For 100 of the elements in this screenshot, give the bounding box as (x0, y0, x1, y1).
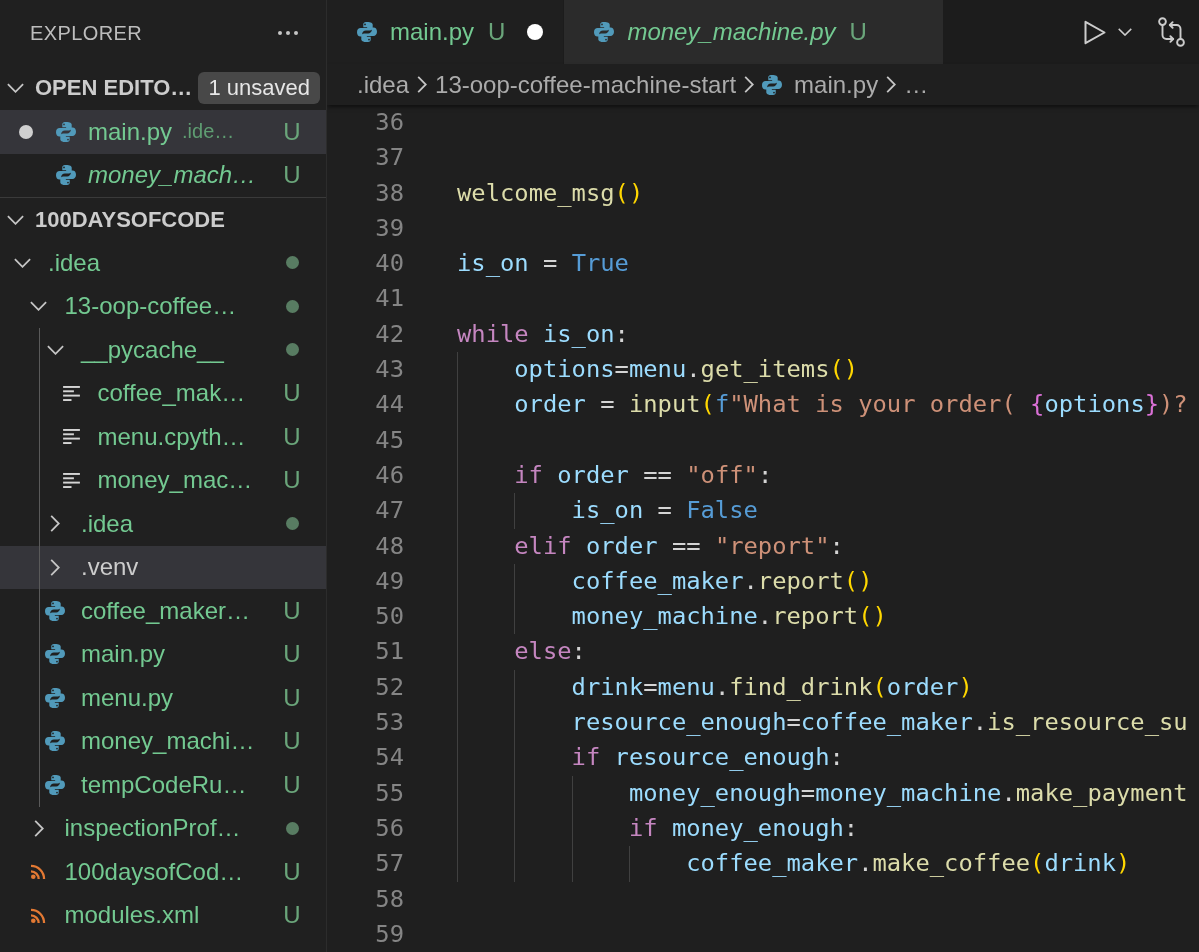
line-number: 50 (374, 601, 404, 633)
git-status-letter: U (283, 161, 301, 190)
code-line: while is_on: (457, 318, 629, 350)
section-header[interactable]: 100DAYSOFCODE (0, 197, 326, 241)
git-status-letter: U (283, 596, 301, 625)
ellipsis-icon (278, 31, 298, 35)
play-icon (1084, 19, 1106, 45)
tree-item[interactable]: 100daysofCod… U (0, 850, 326, 894)
tree-item[interactable]: __pycache__ (0, 328, 326, 372)
open-editor-item[interactable]: main.py .ide… U (0, 110, 326, 154)
tree-item[interactable]: money_mac… U (0, 458, 326, 502)
tree-item[interactable]: coffee_mak… U (0, 371, 326, 415)
tree-item[interactable]: .venv (0, 545, 326, 589)
line-number: 44 (374, 389, 404, 421)
git-status-letter: U (283, 683, 301, 712)
code-line: is_on = False (571, 495, 758, 527)
git-status-letter: U (283, 117, 301, 146)
tree-item[interactable]: main.py U (0, 632, 326, 676)
code-line: if resource_enough: (571, 742, 844, 774)
more-actions-button[interactable] (278, 31, 298, 35)
python-icon (56, 165, 76, 186)
code-line: money_enough=money_machine.make_payment (628, 777, 1188, 809)
text-lines-icon (63, 429, 80, 445)
sidebar-title: EXPLORER (30, 21, 143, 45)
rss-icon (31, 864, 46, 880)
run-options-button[interactable] (1118, 28, 1132, 36)
tree-item[interactable]: modules.xml U (0, 893, 326, 937)
chevron-right-icon (886, 76, 897, 93)
tree-item[interactable]: .idea (0, 241, 326, 285)
line-number: 57 (374, 848, 404, 880)
open-editor-item[interactable]: money_mach… U (0, 153, 326, 197)
line-number: 39 (374, 212, 404, 244)
line-number: 42 (374, 318, 404, 350)
run-button[interactable] (1084, 19, 1106, 45)
line-number: 59 (374, 918, 404, 950)
line-number: 52 (374, 671, 404, 703)
line-number: 49 (374, 565, 404, 597)
tree-item[interactable]: 13-oop-coffee… (0, 284, 326, 328)
python-icon (45, 644, 65, 665)
code-line: else: (514, 636, 586, 668)
line-number: 53 (374, 707, 404, 739)
breadcrumb-item[interactable]: … (904, 70, 929, 99)
git-status-letter: U (488, 18, 506, 46)
git-status-letter: U (849, 18, 867, 46)
breadcrumb-item[interactable]: 13-oop-coffee-machine-start (435, 70, 737, 99)
line-number: 48 (374, 530, 404, 562)
git-status-letter: U (283, 727, 301, 756)
breadcrumb-item[interactable]: .idea (357, 70, 410, 99)
tree-item[interactable]: tempCodeRu… U (0, 763, 326, 807)
caret-icon (1118, 28, 1132, 36)
line-number: 51 (374, 636, 404, 668)
code-line: elif order == "report": (514, 530, 844, 562)
line-number: 46 (374, 459, 404, 491)
code-line: options=menu.get_items() (514, 354, 859, 386)
unsaved-count-badge: 1 unsaved (198, 72, 320, 104)
python-icon (56, 121, 76, 142)
line-number: 55 (374, 777, 404, 809)
python-icon (45, 600, 65, 621)
code-line: money_machine.report() (571, 601, 887, 633)
line-number: 37 (374, 142, 404, 174)
tree-item[interactable]: money_machi… U (0, 719, 326, 763)
line-number: 41 (374, 283, 404, 315)
line-number: 40 (374, 248, 404, 280)
tree-item[interactable]: menu.cpyth… U (0, 415, 326, 459)
python-icon (45, 687, 65, 708)
tree-item[interactable]: .idea (0, 502, 326, 546)
line-number: 36 (374, 107, 404, 138)
code-line: resource_enough=coffee_maker.is_resource_su (571, 707, 1188, 739)
line-number: 38 (374, 177, 404, 209)
code-line: order = input(f"What is your order( {options})? (514, 389, 1188, 421)
python-icon (45, 731, 65, 752)
python-icon (357, 22, 377, 42)
text-lines-icon (63, 472, 80, 488)
git-status-letter: U (283, 466, 301, 495)
code-line: welcome_msg() (457, 177, 644, 209)
code-line: is_on = True (457, 248, 629, 280)
editor-tab[interactable]: money_machine.py U (564, 0, 943, 64)
git-status-letter: U (283, 770, 301, 799)
code-line: drink=menu.find_drink(order) (571, 671, 973, 703)
rss-icon (31, 907, 46, 923)
code-line: if money_enough: (628, 812, 859, 844)
tree-item[interactable]: inspectionProf… (0, 806, 326, 850)
compare-button[interactable] (1158, 17, 1185, 47)
text-lines-icon (63, 385, 80, 401)
section-header[interactable]: OPEN EDITO… 1 unsaved (0, 66, 326, 110)
tree-item[interactable]: coffee_maker… U (0, 589, 326, 633)
git-status-letter: U (283, 857, 301, 886)
line-number: 56 (374, 812, 404, 844)
line-number: 47 (374, 495, 404, 527)
chevron-right-icon (417, 76, 428, 93)
code-line: coffee_maker.report() (571, 565, 873, 597)
line-number: 54 (374, 742, 404, 774)
python-icon (45, 774, 65, 795)
line-number: 58 (374, 883, 404, 915)
line-number: 43 (374, 354, 404, 386)
compare-arrows-icon (1158, 17, 1185, 47)
line-number: 45 (374, 424, 404, 456)
breadcrumb-item[interactable]: main.py (762, 70, 879, 99)
tree-item[interactable]: menu.py U (0, 676, 326, 720)
git-status-letter: U (283, 640, 301, 669)
